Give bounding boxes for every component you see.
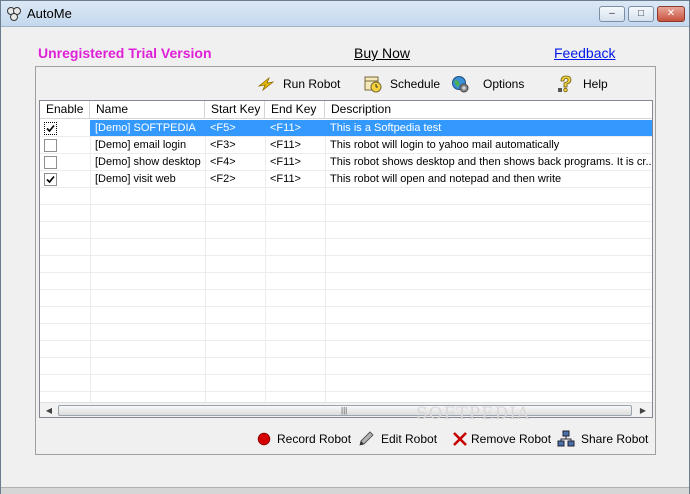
enable-checkbox[interactable] — [44, 122, 57, 135]
robot-name: [Demo] show desktop — [95, 156, 201, 168]
end-key: <F11> — [270, 173, 301, 185]
start-key: <F5> — [210, 122, 236, 134]
network-icon — [557, 430, 575, 447]
table-body: [Demo] SOFTPEDIA <F5> <F11> This is a So… — [40, 120, 652, 392]
share-robot-button[interactable]: Share Robot — [557, 428, 648, 450]
title-bar[interactable]: AutoMe – □ ✕ — [1, 1, 689, 27]
scroll-right-arrow[interactable]: ▶ — [636, 405, 650, 416]
start-key: <F2> — [210, 173, 236, 185]
record-robot-label: Record Robot — [277, 432, 352, 446]
empty-row — [40, 341, 652, 358]
end-key: <F11> — [270, 156, 301, 168]
column-header-enable[interactable]: Enable — [40, 101, 90, 119]
schedule-label: Schedule — [390, 77, 441, 91]
table-row[interactable]: [Demo] email login <F3> <F11> This robot… — [40, 137, 652, 154]
start-key: <F4> — [210, 156, 236, 168]
app-icon — [6, 6, 22, 22]
table-row[interactable]: [Demo] SOFTPEDIA <F5> <F11> This is a So… — [40, 120, 652, 137]
enable-checkbox[interactable] — [44, 139, 57, 152]
enable-checkbox[interactable] — [44, 156, 57, 169]
maximize-button[interactable]: □ — [628, 6, 654, 22]
table-row[interactable]: [Demo] show desktop <F4> <F11> This robo… — [40, 154, 652, 171]
robot-description: This robot shows desktop and then shows … — [330, 156, 652, 168]
empty-row — [40, 256, 652, 273]
end-key: <F11> — [270, 122, 301, 134]
table-row[interactable]: [Demo] visit web <F2> <F11> This robot w… — [40, 171, 652, 188]
empty-row — [40, 205, 652, 222]
minimize-button[interactable]: – — [599, 6, 625, 22]
empty-row — [40, 222, 652, 239]
trial-version-label: Unregistered Trial Version — [38, 45, 212, 61]
empty-row — [40, 375, 652, 392]
pencil-icon — [359, 431, 374, 446]
help-button[interactable]: Help — [557, 73, 608, 95]
status-bar — [1, 487, 689, 494]
share-robot-label: Share Robot — [581, 432, 649, 446]
robot-name: [Demo] email login — [95, 139, 187, 151]
enable-checkbox[interactable] — [44, 173, 57, 186]
question-icon — [558, 75, 572, 93]
calendar-clock-icon — [364, 76, 382, 93]
red-x-icon — [453, 432, 467, 446]
robot-name: [Demo] SOFTPEDIA — [95, 122, 196, 134]
schedule-button[interactable]: Schedule — [364, 73, 440, 95]
buy-now-link[interactable]: Buy Now — [354, 45, 410, 61]
run-robot-button[interactable]: Run Robot — [257, 73, 340, 95]
run-robot-label: Run Robot — [283, 77, 341, 91]
robot-description: This robot will login to yahoo mail auto… — [330, 139, 560, 151]
lightning-icon — [257, 76, 275, 92]
globe-gear-icon — [452, 76, 469, 93]
options-label: Options — [483, 77, 525, 91]
scrollbar-grip-icon: ||| — [341, 406, 348, 415]
empty-row — [40, 290, 652, 307]
empty-row — [40, 358, 652, 375]
robot-name: [Demo] visit web — [95, 173, 176, 185]
column-header-description[interactable]: Description — [325, 101, 652, 119]
column-header-end-key[interactable]: End Key — [265, 101, 325, 119]
robot-description: This robot will open and notepad and the… — [330, 173, 562, 185]
record-dot-icon — [257, 432, 271, 446]
empty-row — [40, 307, 652, 324]
watermark: SOFTPEDIA — [416, 404, 531, 424]
empty-row — [40, 188, 652, 205]
checkmark-icon — [46, 124, 55, 133]
app-window: AutoMe – □ ✕ Unregistered Trial Version … — [0, 0, 690, 494]
close-button[interactable]: ✕ — [657, 6, 685, 22]
empty-row — [40, 239, 652, 256]
remove-robot-button[interactable]: Remove Robot — [451, 428, 551, 450]
column-header-start-key[interactable]: Start Key — [205, 101, 265, 119]
column-header-name[interactable]: Name — [90, 101, 205, 119]
edit-robot-label: Edit Robot — [381, 432, 438, 446]
empty-row — [40, 273, 652, 290]
record-robot-button[interactable]: Record Robot — [257, 428, 351, 450]
feedback-link[interactable]: Feedback — [554, 45, 615, 61]
help-label: Help — [583, 77, 608, 91]
empty-row — [40, 324, 652, 341]
robots-table[interactable]: Enable Name Start Key End Key Descriptio… — [39, 100, 653, 418]
table-header: Enable Name Start Key End Key Descriptio… — [40, 101, 652, 119]
scroll-left-arrow[interactable]: ◀ — [42, 405, 56, 416]
edit-robot-button[interactable]: Edit Robot — [357, 428, 437, 450]
remove-robot-label: Remove Robot — [471, 432, 552, 446]
window-title: AutoMe — [27, 6, 72, 21]
checkmark-icon — [46, 175, 55, 184]
horizontal-scrollbar[interactable]: ◀ ||| ▶ — [40, 402, 652, 417]
robot-description: This is a Softpedia test — [330, 122, 442, 134]
options-button[interactable]: Options — [451, 73, 524, 95]
scrollbar-thumb[interactable]: ||| — [58, 405, 632, 416]
start-key: <F3> — [210, 139, 236, 151]
end-key: <F11> — [270, 139, 301, 151]
